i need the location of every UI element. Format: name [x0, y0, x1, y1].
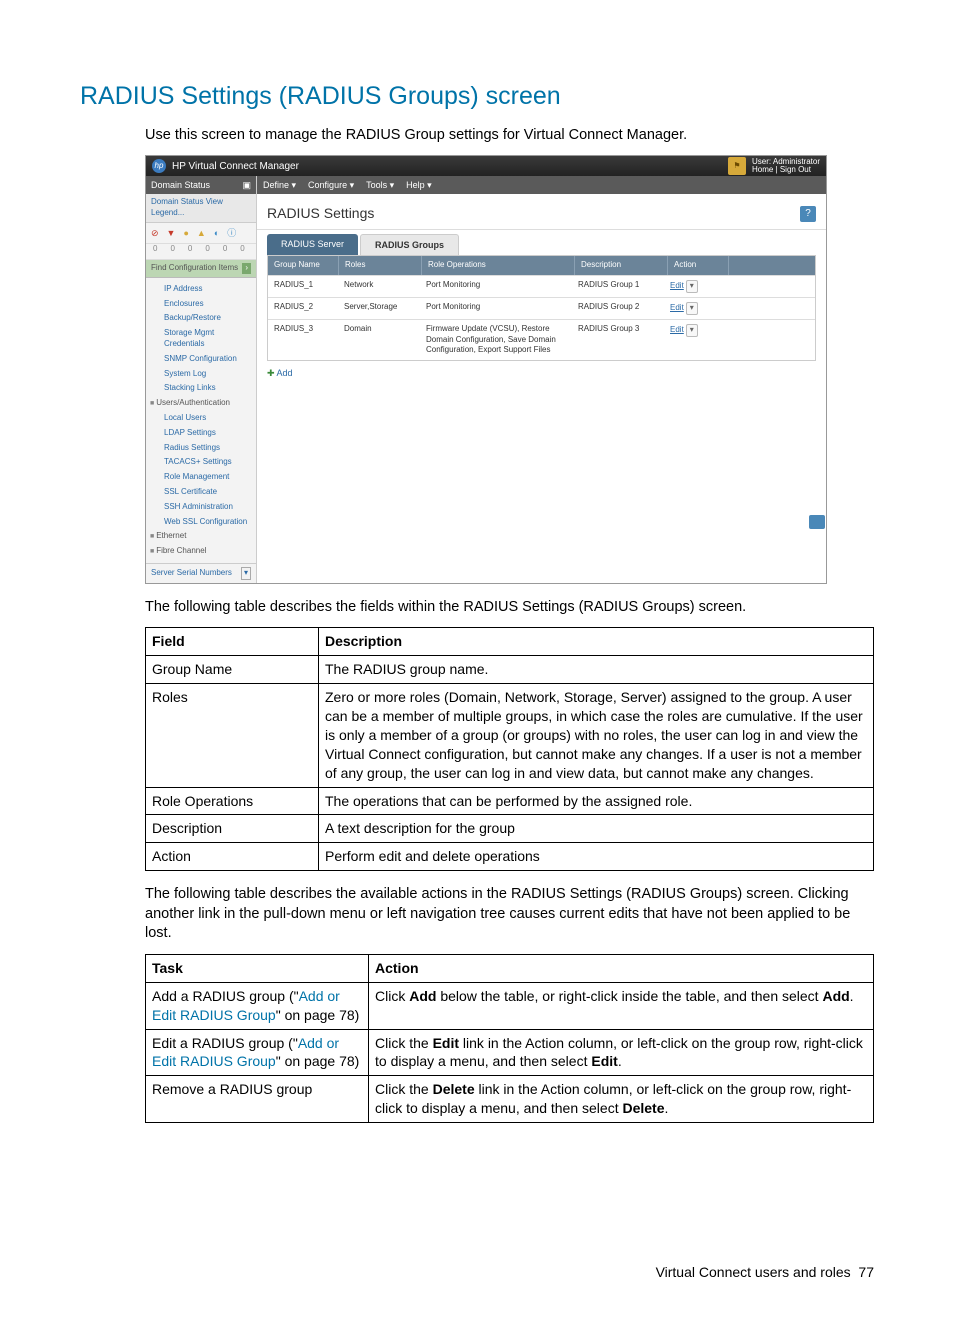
nav-category-ethernet[interactable]: Ethernet	[150, 529, 256, 544]
cell-ops: Firmware Update (VCSU), Restore Domain C…	[420, 320, 572, 360]
td-field: Role Operations	[146, 787, 319, 815]
action-dropdown-icon[interactable]: ▾	[686, 302, 698, 315]
col-action: Action	[668, 256, 729, 275]
nav-item[interactable]: Web SSL Configuration	[164, 515, 256, 530]
td-desc: Perform edit and delete operations	[319, 843, 874, 871]
chevron-right-icon[interactable]: ›	[242, 263, 251, 274]
alert-icon[interactable]: ⚑	[728, 157, 746, 175]
tasks-table: Task Action Add a RADIUS group ("Add or …	[145, 954, 874, 1123]
edit-link[interactable]: Edit	[670, 281, 684, 290]
page-footer: Virtual Connect users and roles 77	[80, 1263, 874, 1282]
col-role-ops: Role Operations	[422, 256, 575, 275]
chat-icon[interactable]	[809, 515, 825, 529]
nav-item[interactable]: IP Address	[164, 282, 256, 297]
nav-item[interactable]: TACACS+ Settings	[164, 455, 256, 470]
cell-name: RADIUS_2	[268, 298, 338, 317]
nav-item[interactable]: Radius Settings	[164, 441, 256, 456]
chevron-down-icon[interactable]: ▾	[241, 567, 251, 580]
page-heading: RADIUS Settings (RADIUS Groups) screen	[80, 80, 874, 114]
th-action: Action	[369, 954, 874, 982]
sidebar-domain-sub[interactable]: Domain Status View Legend...	[146, 194, 256, 223]
nav-item[interactable]: Local Users	[164, 411, 256, 426]
fields-intro: The following table describes the fields…	[145, 598, 874, 618]
hp-logo-icon: hp	[152, 159, 166, 173]
status-icon-row: ⊘▼●▲◐ⓘ	[146, 223, 256, 244]
td-field: Roles	[146, 684, 319, 787]
col-description: Description	[575, 256, 668, 275]
cell-desc: RADIUS Group 2	[572, 298, 664, 317]
cell-name: RADIUS_3	[268, 320, 338, 339]
screenshot: hp HP Virtual Connect Manager ⚑ User: Ad…	[145, 155, 827, 583]
col-group-name: Group Name	[268, 256, 339, 275]
add-button[interactable]: Add	[257, 361, 826, 385]
td-field: Group Name	[146, 656, 319, 684]
td-task: Remove a RADIUS group	[146, 1076, 369, 1123]
td-desc: A text description for the group	[319, 815, 874, 843]
menubar: Define ▾ Configure ▾ Tools ▾ Help ▾	[257, 176, 826, 194]
nav-item[interactable]: SSL Certificate	[164, 485, 256, 500]
th-task: Task	[146, 954, 369, 982]
nav-item[interactable]: Enclosures	[164, 297, 256, 312]
td-desc: Zero or more roles (Domain, Network, Sto…	[319, 684, 874, 787]
nav-item[interactable]: SSH Administration	[164, 500, 256, 515]
sidebar-foot[interactable]: Server Serial Numbers	[151, 568, 232, 579]
action-dropdown-icon[interactable]: ▾	[686, 280, 698, 293]
td-field: Description	[146, 815, 319, 843]
fields-table: Field Description Group NameThe RADIUS g…	[145, 627, 874, 871]
tab-radius-groups[interactable]: RADIUS Groups	[360, 234, 459, 255]
cell-desc: RADIUS Group 3	[572, 320, 664, 339]
panel-title: RADIUS Settings	[267, 204, 374, 223]
grid-row[interactable]: RADIUS_1 Network Port Monitoring RADIUS …	[268, 275, 815, 297]
nav-item[interactable]: LDAP Settings	[164, 426, 256, 441]
cell-roles: Domain	[338, 320, 420, 339]
cell-roles: Network	[338, 276, 420, 295]
cell-desc: RADIUS Group 1	[572, 276, 664, 295]
tab-radius-server[interactable]: RADIUS Server	[267, 234, 358, 255]
nav-item[interactable]: Storage Mgmt Credentials	[164, 326, 256, 352]
grid-row[interactable]: RADIUS_3 Domain Firmware Update (VCSU), …	[268, 319, 815, 360]
th-field: Field	[146, 628, 319, 656]
menu-help[interactable]: Help ▾	[406, 179, 432, 191]
grid-row[interactable]: RADIUS_2 Server,Storage Port Monitoring …	[268, 297, 815, 319]
td-task: Add a RADIUS group ("Add or Edit RADIUS …	[146, 982, 369, 1029]
td-desc: The RADIUS group name.	[319, 656, 874, 684]
menu-configure[interactable]: Configure ▾	[308, 179, 354, 191]
app-title: HP Virtual Connect Manager	[172, 160, 299, 174]
td-desc: The operations that can be performed by …	[319, 787, 874, 815]
nav-category-users[interactable]: Users/Authentication	[150, 396, 256, 411]
td-field: Action	[146, 843, 319, 871]
cell-roles: Server,Storage	[338, 298, 420, 317]
nav-item[interactable]: System Log	[164, 367, 256, 382]
nav-category-fibre[interactable]: Fibre Channel	[150, 544, 256, 559]
cell-ops: Port Monitoring	[420, 298, 572, 317]
edit-link[interactable]: Edit	[670, 325, 684, 334]
td-action: Click the Edit link in the Action column…	[369, 1029, 874, 1076]
cell-ops: Port Monitoring	[420, 276, 572, 295]
groups-grid: Group Name Roles Role Operations Descrip…	[267, 255, 816, 361]
menu-tools[interactable]: Tools ▾	[366, 179, 394, 191]
sidebar: Domain Status ▣ Domain Status View Legend…	[146, 176, 257, 582]
td-action: Click the Delete link in the Action colu…	[369, 1076, 874, 1123]
td-action: Click Add below the table, or right-clic…	[369, 982, 874, 1029]
col-roles: Roles	[339, 256, 422, 275]
menu-define[interactable]: Define ▾	[263, 179, 296, 191]
td-task: Edit a RADIUS group ("Add or Edit RADIUS…	[146, 1029, 369, 1076]
th-description: Description	[319, 628, 874, 656]
nav-list: IP Address Enclosures Backup/Restore Sto…	[146, 278, 256, 563]
tasks-intro: The following table describes the availa…	[145, 885, 874, 944]
edit-link[interactable]: Edit	[670, 303, 684, 312]
nav-item[interactable]: Stacking Links	[164, 381, 256, 396]
user-links[interactable]: Home | Sign Out	[752, 166, 820, 175]
nav-item[interactable]: Role Management	[164, 470, 256, 485]
cell-name: RADIUS_1	[268, 276, 338, 295]
sidebar-domain-status[interactable]: Domain Status	[151, 179, 210, 191]
help-icon[interactable]: ?	[800, 206, 816, 222]
action-dropdown-icon[interactable]: ▾	[686, 324, 698, 337]
collapse-icon[interactable]: ▣	[242, 179, 251, 191]
nav-item[interactable]: SNMP Configuration	[164, 352, 256, 367]
intro-text: Use this screen to manage the RADIUS Gro…	[145, 126, 874, 146]
nav-item[interactable]: Backup/Restore	[164, 311, 256, 326]
find-label: Find Configuration Items	[151, 263, 238, 274]
